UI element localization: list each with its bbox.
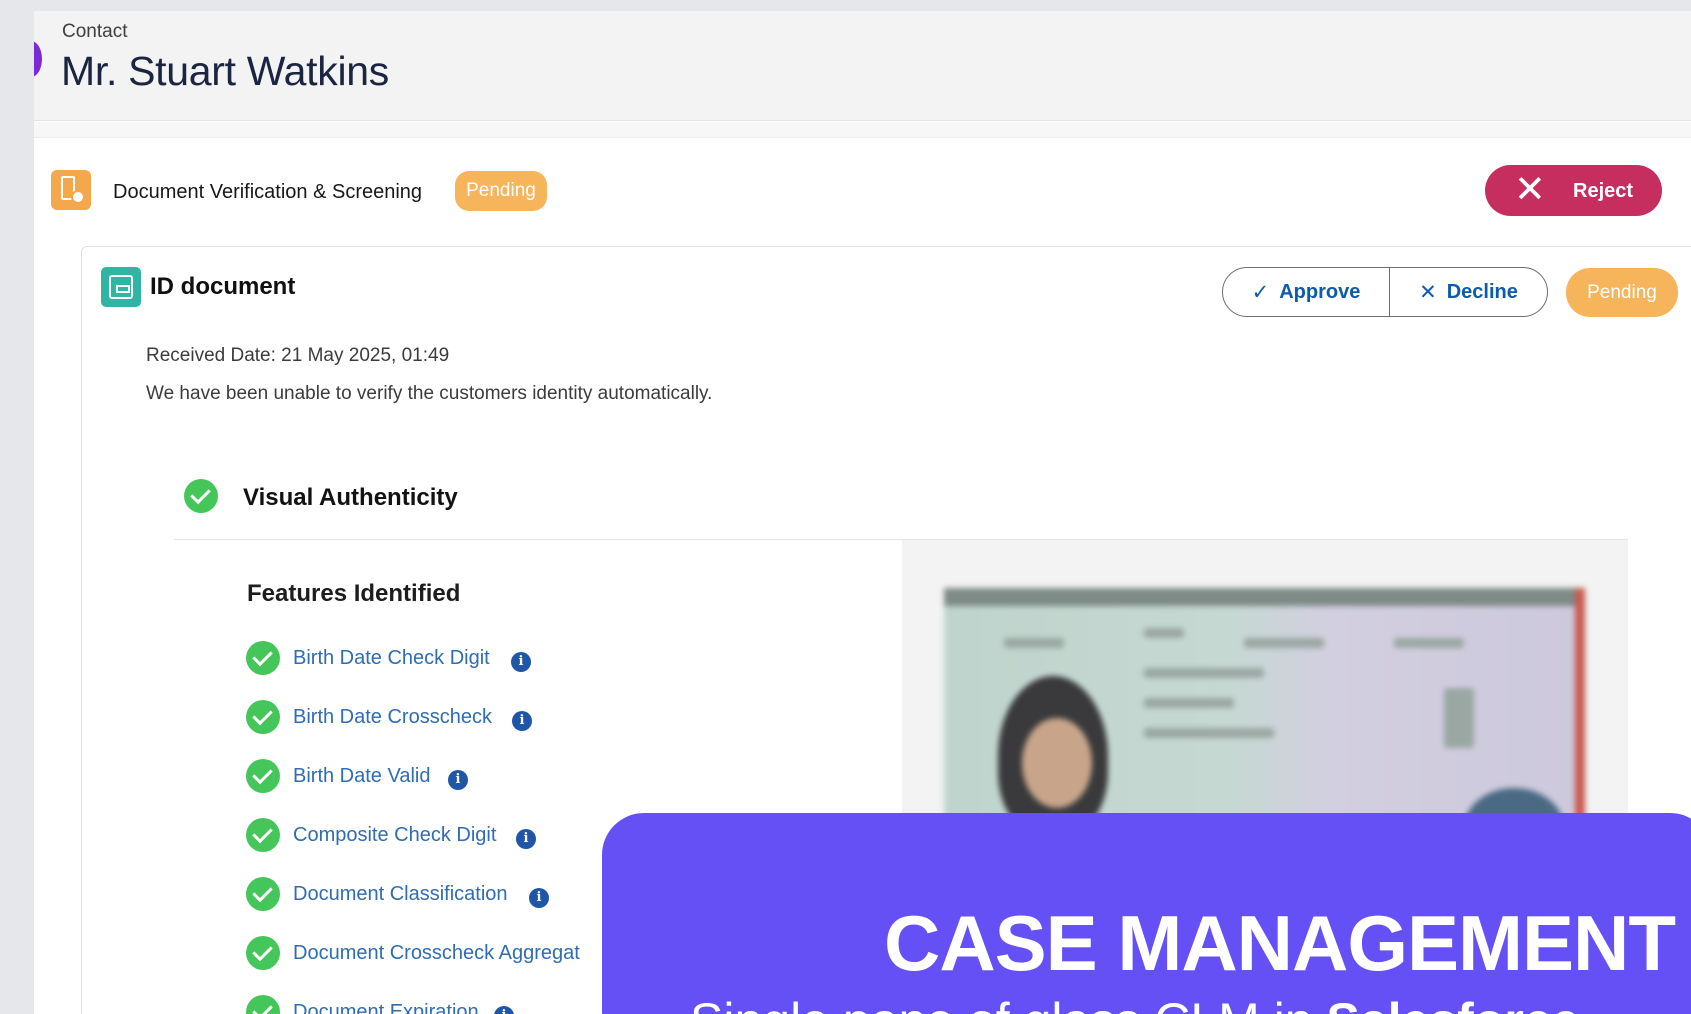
approve-label: Approve — [1279, 280, 1361, 303]
success-check-icon — [246, 877, 280, 911]
info-icon[interactable]: i — [512, 711, 532, 731]
success-check-icon — [246, 936, 280, 970]
banner-title: CASE MANAGEMENT — [884, 899, 1676, 987]
feature-label[interactable]: Birth Date Crosscheck — [293, 706, 492, 729]
reject-label: Reject — [1573, 180, 1634, 202]
approve-decline-group: ✓ Approve ✕ Decline — [1222, 267, 1548, 317]
header-divider — [34, 122, 1691, 138]
feature-label[interactable]: Document Classification — [293, 883, 508, 906]
hourglass-clock-icon — [51, 170, 91, 210]
received-date: Received Date: 21 May 2025, 01:49 — [146, 345, 450, 366]
checkmark-icon: ✓ — [1251, 280, 1270, 304]
object-label: Contact — [62, 21, 128, 42]
close-icon: ✕ — [1419, 280, 1437, 304]
info-icon[interactable]: i — [529, 888, 549, 908]
info-icon[interactable]: i — [516, 829, 536, 849]
decline-button[interactable]: ✕ Decline — [1390, 268, 1547, 316]
success-check-icon — [246, 818, 280, 852]
feature-label[interactable]: Birth Date Check Digit — [293, 647, 490, 670]
section-title: Document Verification & Screening — [113, 181, 423, 203]
feature-label[interactable]: Document Expiration — [293, 1001, 479, 1014]
record-name: Mr. Stuart Watkins — [61, 48, 389, 94]
features-identified-title: Features Identified — [247, 580, 461, 607]
banner-subtitle-text: Single pane of glass CLM in — [690, 993, 1326, 1014]
verification-message: We have been unable to verify the custom… — [146, 383, 713, 404]
section-status-badge: Pending — [455, 171, 547, 211]
success-check-icon — [246, 759, 280, 793]
document-status-badge: Pending — [1566, 268, 1678, 317]
success-check-icon — [246, 700, 280, 734]
reject-button[interactable]: ✕ Reject — [1485, 165, 1662, 216]
feature-label[interactable]: Composite Check Digit — [293, 824, 496, 847]
close-icon: ✕ — [1514, 169, 1546, 211]
approve-button[interactable]: ✓ Approve — [1223, 268, 1390, 316]
page-viewport: Contact Mr. Stuart Watkins Document Veri… — [34, 11, 1691, 1014]
feature-label[interactable]: Document Crosscheck Aggregat — [293, 942, 580, 965]
banner-subtitle-brand: Salesforce — [1326, 993, 1579, 1014]
success-check-icon — [184, 479, 218, 513]
feature-label[interactable]: Birth Date Valid — [293, 765, 430, 788]
id-document-image[interactable] — [944, 588, 1585, 823]
visual-authenticity-title[interactable]: Visual Authenticity — [243, 484, 458, 512]
banner-subtitle: Single pane of glass CLM in Salesforce — [690, 992, 1579, 1014]
success-check-icon — [246, 641, 280, 675]
document-title: ID document — [150, 273, 296, 300]
id-card-icon — [101, 267, 141, 307]
info-icon[interactable]: i — [511, 652, 531, 672]
decline-label: Decline — [1446, 280, 1518, 303]
info-icon[interactable]: i — [448, 770, 468, 790]
